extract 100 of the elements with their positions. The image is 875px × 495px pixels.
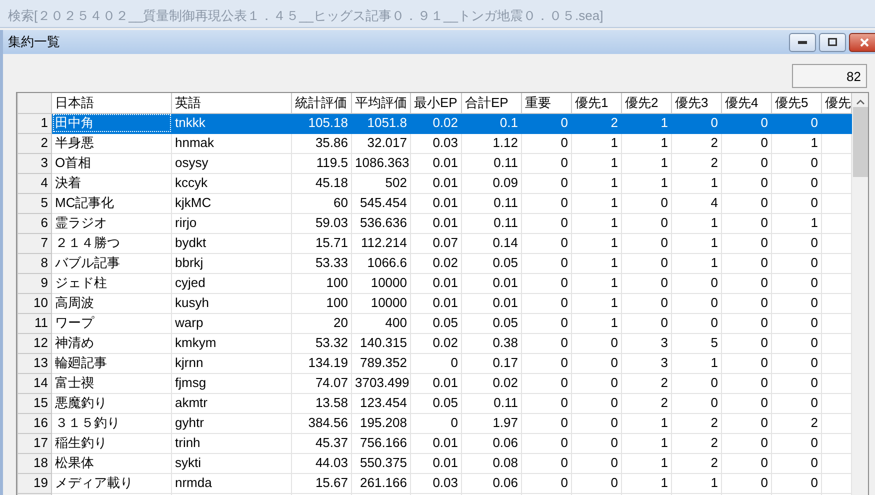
table-cell: 32.017	[352, 133, 410, 153]
column-header[interactable]: 優先3	[672, 93, 722, 113]
table-cell: 0	[722, 153, 772, 173]
row-number: 19	[18, 473, 52, 493]
table-cell: 100	[292, 293, 352, 313]
table-cell: 0	[772, 473, 822, 493]
row-number: 4	[18, 173, 52, 193]
column-header[interactable]: 重要	[522, 93, 572, 113]
table-cell: 10000	[352, 273, 410, 293]
row-number: 15	[18, 393, 52, 413]
table-cell: 0	[772, 393, 822, 413]
table-cell: 輪廻記事	[52, 353, 172, 373]
table-cell: 10000	[352, 293, 410, 313]
column-header[interactable]: 日本語	[52, 93, 172, 113]
row-number: 6	[18, 213, 52, 233]
table-cell: 1086.363	[352, 153, 410, 173]
table-cell: 105.18	[292, 113, 352, 133]
scrollbar-thumb[interactable]	[852, 107, 868, 177]
column-header[interactable]: 合計EP	[462, 93, 522, 113]
table-cell: 0	[772, 253, 822, 273]
table-cell: 1	[672, 253, 722, 273]
table-cell: 1	[572, 233, 622, 253]
table-cell: 0	[722, 453, 772, 473]
table-cell: 3703.499	[352, 373, 410, 393]
table-cell: 1	[622, 433, 672, 453]
table-cell: 0	[622, 233, 672, 253]
table-cell: akmtr	[172, 393, 292, 413]
row-number: 14	[18, 373, 52, 393]
table-cell: 53.33	[292, 253, 352, 273]
table-cell: 0	[522, 233, 572, 253]
table-cell: 0	[672, 313, 722, 333]
column-header[interactable]: 優先5	[772, 93, 822, 113]
table-cell: 0	[522, 333, 572, 353]
table-cell: 0	[572, 393, 622, 413]
table-cell: 0	[722, 413, 772, 433]
table-cell: 123.454	[352, 393, 410, 413]
row-number: 10	[18, 293, 52, 313]
table-cell: 0	[772, 333, 822, 353]
column-header[interactable]: 優先4	[722, 93, 772, 113]
table-cell: 2	[672, 133, 722, 153]
table-cell: 0	[722, 473, 772, 493]
column-header[interactable]: 英語	[172, 93, 292, 113]
row-number: 11	[18, 313, 52, 333]
table-cell: 134.19	[292, 353, 352, 373]
table-cell: バブル記事	[52, 253, 172, 273]
table-cell: 0.05	[462, 253, 522, 273]
table-cell: 0	[672, 373, 722, 393]
parent-window-title: 検索[２０２５４０２__質量制御再現公表１．４５__ヒッグス記事０．９１__トンガ地震０．０５.sea]	[8, 8, 604, 23]
close-button[interactable]	[849, 32, 875, 52]
table-cell: 0	[772, 233, 822, 253]
table-cell: 195.208	[352, 413, 410, 433]
count-field[interactable]: 82	[792, 64, 867, 88]
table-cell: 45.37	[292, 433, 352, 453]
table-cell: 1	[572, 253, 622, 273]
table-cell: 536.636	[352, 213, 410, 233]
table-cell: 0	[772, 453, 822, 473]
table-cell: 決着	[52, 173, 172, 193]
table-cell: 0	[772, 313, 822, 333]
column-header[interactable]: 優先1	[572, 93, 622, 113]
table-cell: 0	[622, 193, 672, 213]
table-cell: kccyk	[172, 173, 292, 193]
column-header[interactable]: 統計評価	[292, 93, 352, 113]
column-header[interactable]: 優先2	[622, 93, 672, 113]
table-cell: 0.01	[410, 293, 462, 313]
table-cell: 15.71	[292, 233, 352, 253]
table-cell: 112.214	[352, 233, 410, 253]
table-cell: 384.56	[292, 413, 352, 433]
table-cell: 0.09	[462, 173, 522, 193]
scroll-up-icon[interactable]	[856, 99, 864, 105]
table-cell: 0	[522, 413, 572, 433]
table-cell: tnkkk	[172, 113, 292, 133]
column-header[interactable]: 最小EP	[410, 93, 462, 113]
table-cell: 0	[572, 413, 622, 433]
table-cell: 0.11	[462, 193, 522, 213]
table-cell: 0	[772, 173, 822, 193]
table-cell: ２１４勝つ	[52, 233, 172, 253]
table-cell: 0	[722, 333, 772, 353]
table-cell: 0	[622, 273, 672, 293]
table-cell: 0	[772, 353, 822, 373]
minimize-button[interactable]	[788, 32, 816, 52]
table-cell: 0	[522, 353, 572, 373]
table-cell: kusyh	[172, 293, 292, 313]
table-cell: 0.05	[410, 313, 462, 333]
table-cell: 1	[572, 213, 622, 233]
table-cell: 0	[522, 473, 572, 493]
table-cell: 5	[672, 333, 722, 353]
maximize-button[interactable]	[818, 32, 846, 52]
vertical-scrollbar[interactable]	[852, 93, 868, 495]
column-header[interactable]: 平均評価	[352, 93, 410, 113]
table-cell: 0.01	[410, 273, 462, 293]
row-number: 18	[18, 453, 52, 473]
table-cell: 2	[672, 453, 722, 473]
table-cell: 550.375	[352, 453, 410, 473]
table-cell: 1	[622, 413, 672, 433]
table-cell: 0	[672, 113, 722, 133]
row-number: 8	[18, 253, 52, 273]
table-cell: 富士禊	[52, 373, 172, 393]
table-cell: 0.07	[410, 233, 462, 253]
table-cell: 0	[522, 313, 572, 333]
table-cell: 1.97	[462, 413, 522, 433]
